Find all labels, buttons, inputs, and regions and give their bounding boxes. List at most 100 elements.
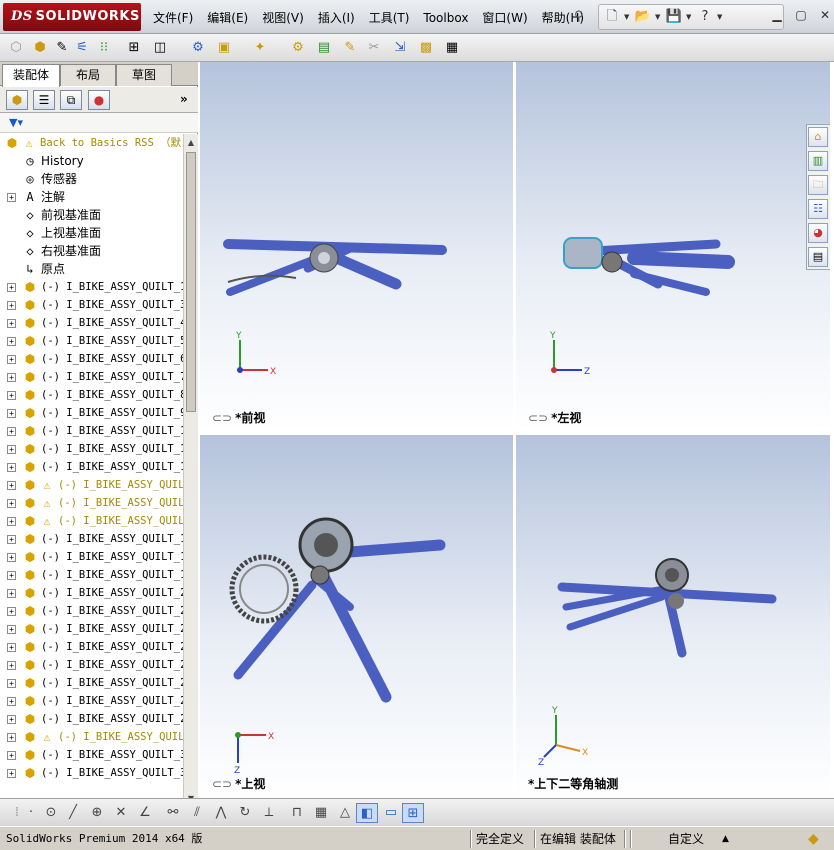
tree-feature-item[interactable]: + A 注解 <box>0 188 183 206</box>
offset-icon[interactable]: ⫽ <box>186 803 208 823</box>
mate-icon[interactable]: ⬢ <box>30 38 50 58</box>
expand-toggle-icon[interactable]: + <box>7 607 16 616</box>
tree-feature-item[interactable]: ◷ History <box>0 152 183 170</box>
convert-entities-icon[interactable]: ⋀ <box>210 803 232 823</box>
menu-toolbox[interactable]: Toolbox <box>416 8 475 28</box>
take-snapshot-icon[interactable]: ▩ <box>416 38 436 58</box>
tree-feature-item[interactable]: ↳ 原点 <box>0 260 183 278</box>
tree-component-item[interactable]: + ⬢ (-) I_BIKE_ASSY_QUILT_1 <box>0 548 183 566</box>
tab-layout[interactable]: 布局 <box>60 64 116 86</box>
tree-component-item[interactable]: + ⬢ (-) I_BIKE_ASSY_QUILT_1 <box>0 530 183 548</box>
link-views-icon[interactable]: ⊂⊃ <box>212 411 232 425</box>
expand-toggle-icon[interactable]: + <box>7 697 16 706</box>
link-views-icon[interactable]: ⊂⊃ <box>212 777 232 791</box>
expand-toggle-icon[interactable]: + <box>7 643 16 652</box>
file-explorer-icon[interactable]: 🗀 <box>808 175 828 195</box>
feature-manager-icon[interactable]: ⬢ <box>6 90 28 110</box>
tab-sketch[interactable]: 草图 <box>116 64 172 86</box>
tree-component-item[interactable]: + ⬢ (-) I_BIKE_ASSY_QUILT_1 <box>0 458 183 476</box>
mirror-icon[interactable]: ⚯ <box>162 803 184 823</box>
design-library-icon[interactable]: ▥ <box>808 151 828 171</box>
tree-component-item[interactable]: + ⬢ (-) I_BIKE_ASSY_QUILT_8 <box>0 386 183 404</box>
tree-component-item[interactable]: + ⬢ (-) I_BIKE_ASSY_QUILT_1 <box>0 278 183 296</box>
open-dropdown-icon[interactable]: ▼ <box>655 13 662 21</box>
expand-toggle-icon[interactable]: + <box>7 193 16 202</box>
expand-toggle-icon[interactable]: + <box>7 499 16 508</box>
circle-icon[interactable]: ⊙ <box>40 803 62 823</box>
tree-component-item[interactable]: + ⬢ (-) I_BIKE_ASSY_QUILT_1 <box>0 566 183 584</box>
expand-toggle-icon[interactable]: + <box>7 571 16 580</box>
move-component-icon[interactable]: ⊞ <box>124 38 144 58</box>
display-manager-icon[interactable]: ● <box>88 90 110 110</box>
menu-tools[interactable]: 工具(T) <box>362 8 417 28</box>
tree-feature-item[interactable]: ◇ 上视基准面 <box>0 224 183 242</box>
tree-feature-item[interactable]: ◎ 传感器 <box>0 170 183 188</box>
custom-properties-icon[interactable]: ▤ <box>808 247 828 267</box>
polygon-icon[interactable]: ⊕ <box>86 803 108 823</box>
expand-toggle-icon[interactable]: + <box>7 337 16 346</box>
tree-component-item[interactable]: + ⬢ (-) I_BIKE_ASSY_QUILT_3 <box>0 764 183 782</box>
point-icon[interactable]: · <box>20 803 42 823</box>
expand-toggle-icon[interactable]: + <box>7 301 16 310</box>
expand-chevron-icon[interactable]: » <box>180 92 188 106</box>
tree-component-item[interactable]: + ⬢ (-) I_BIKE_ASSY_QUILT_7 <box>0 368 183 386</box>
tree-feature-item[interactable]: ◇ 前视基准面 <box>0 206 183 224</box>
rebuild-status-icon[interactable]: ◆ <box>808 830 819 848</box>
grid-icon[interactable]: ▦ <box>310 803 332 823</box>
expand-toggle-icon[interactable]: + <box>7 661 16 670</box>
solidworks-logo[interactable]: DS SOLIDWORKS <box>3 3 141 31</box>
dimension-icon[interactable]: ⊓ <box>286 803 308 823</box>
tree-component-item[interactable]: + ⬢ (-) I_BIKE_ASSY_QUILT_5 <box>0 332 183 350</box>
menu-file[interactable]: 文件(F) <box>146 8 200 28</box>
tree-component-item[interactable]: + ⬢ ⚠ (-) I_BIKE_ASSY_QUIL <box>0 494 183 512</box>
view-palette-icon[interactable]: ☷ <box>808 199 828 219</box>
expand-toggle-icon[interactable]: + <box>7 751 16 760</box>
filter-icon[interactable]: ▼▾ <box>9 116 23 129</box>
line-icon[interactable]: ╱ <box>62 803 84 823</box>
tree-component-item[interactable]: + ⬢ (-) I_BIKE_ASSY_QUILT_3 <box>0 746 183 764</box>
linear-pattern-icon[interactable]: ⁝⁝ <box>94 38 114 58</box>
save-icon[interactable]: 💾 <box>665 8 683 26</box>
expand-toggle-icon[interactable]: + <box>7 715 16 724</box>
exploded-view-icon[interactable]: ▤ <box>314 38 334 58</box>
tree-component-item[interactable]: + ⬢ (-) I_BIKE_ASSY_QUILT_2 <box>0 710 183 728</box>
tree-component-item[interactable]: + ⬢ (-) I_BIKE_ASSY_QUILT_2 <box>0 602 183 620</box>
tree-component-item[interactable]: + ⬢ ⚠ (-) I_BIKE_ASSY_QUIL <box>0 512 183 530</box>
tree-component-item[interactable]: + ⬢ (-) I_BIKE_ASSY_QUILT_2 <box>0 674 183 692</box>
expand-toggle-icon[interactable]: + <box>7 373 16 382</box>
unit-system-selector[interactable]: 自定义 <box>668 830 704 848</box>
viewport-top[interactable]: X Z ⊂⊃ *上视 <box>200 435 513 798</box>
trim-icon[interactable]: ✕ <box>110 803 132 823</box>
new-motion-study-icon[interactable]: ✦ <box>250 38 270 58</box>
solidworks-resources-icon[interactable]: ⌂ <box>808 127 828 147</box>
viewport-trimetric[interactable]: Y X Z *上下二等角轴测 <box>516 435 830 798</box>
menu-view[interactable]: 视图(V) <box>255 8 311 28</box>
tree-root-assembly[interactable]: ⬢ ⚠ Back to Basics RSS （默 <box>0 134 183 152</box>
graphics-area[interactable]: 🔍 🔎 ↶ ◧ ◨ ❒ 👁 ◉ ✤ ▦ ◫ ▁ ❐ ✕ <box>198 62 834 798</box>
tree-component-item[interactable]: + ⬢ (-) I_BIKE_ASSY_QUILT_2 <box>0 656 183 674</box>
close-icon[interactable]: ✕ <box>818 8 832 22</box>
expand-toggle-icon[interactable]: + <box>7 769 16 778</box>
link-views-icon[interactable]: ⊂⊃ <box>528 411 548 425</box>
reference-geometry-icon[interactable]: ▣ <box>214 38 234 58</box>
expand-toggle-icon[interactable]: + <box>7 391 16 400</box>
viewport-front[interactable]: Y X ⊂⊃ *前视 <box>200 62 513 432</box>
open-folder-icon[interactable]: 📂 <box>634 8 652 26</box>
shaded-display-icon[interactable]: ◧ <box>356 803 378 823</box>
component-pattern-icon[interactable]: ⚟ <box>72 38 92 58</box>
extend-icon[interactable]: ∠ <box>134 803 156 823</box>
expand-toggle-icon[interactable]: + <box>7 445 16 454</box>
instant3d-icon[interactable]: ✂ <box>364 38 384 58</box>
tree-component-item[interactable]: + ⬢ (-) I_BIKE_ASSY_QUILT_2 <box>0 620 183 638</box>
new-document-icon[interactable]: 🗋 <box>603 8 621 26</box>
tree-component-item[interactable]: + ⬢ (-) I_BIKE_ASSY_QUILT_1 <box>0 440 183 458</box>
save-dropdown-icon[interactable]: ▼ <box>686 13 693 21</box>
insert-component-icon[interactable]: ⬡ <box>6 38 26 58</box>
tree-filter-bar[interactable]: ▼▾ <box>0 113 198 133</box>
tree-component-item[interactable]: + ⬢ (-) I_BIKE_ASSY_QUILT_2 <box>0 692 183 710</box>
tree-component-item[interactable]: + ⬢ (-) I_BIKE_ASSY_QUILT_1 <box>0 422 183 440</box>
tree-feature-item[interactable]: ◇ 右视基准面 <box>0 242 183 260</box>
expand-toggle-icon[interactable]: + <box>7 463 16 472</box>
new-dropdown-icon[interactable]: ▼ <box>624 13 631 21</box>
tree-vertical-scrollbar[interactable]: ▲ ▼ <box>183 134 198 808</box>
